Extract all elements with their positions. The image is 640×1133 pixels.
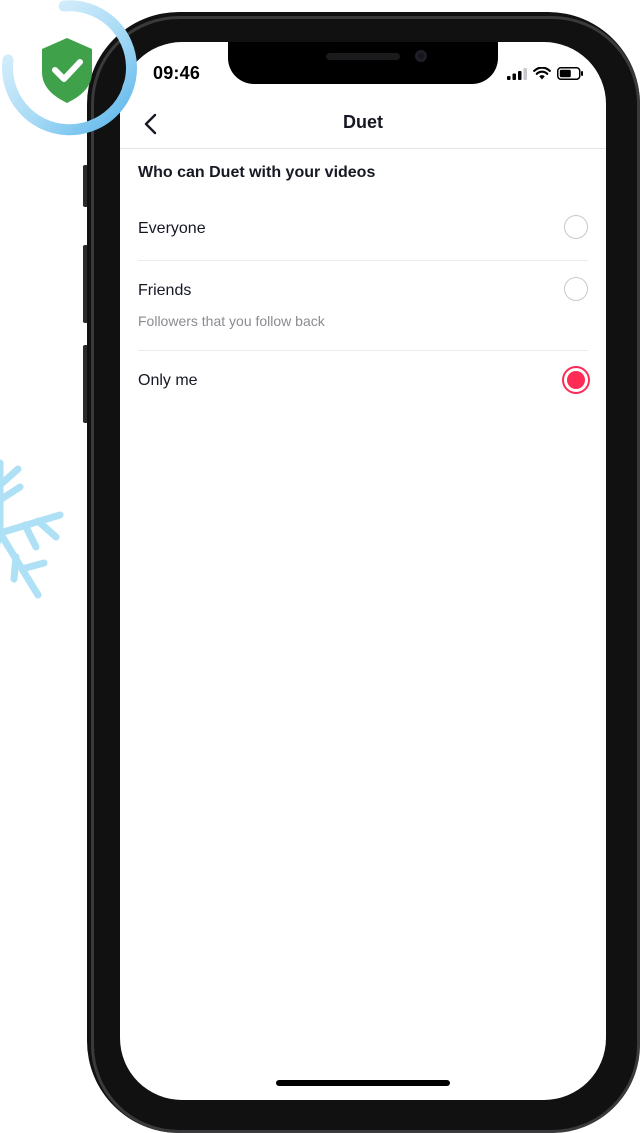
radio-only-me[interactable] — [562, 366, 590, 394]
signal-icon — [507, 67, 527, 80]
option-only-me[interactable]: Only me — [138, 351, 590, 413]
speaker-grille — [326, 53, 400, 60]
option-label: Friends — [138, 282, 192, 299]
wifi-icon — [533, 67, 551, 80]
section-heading: Who can Duet with your videos — [138, 164, 376, 181]
radio-friends[interactable] — [564, 277, 588, 301]
phone-screen: 09:46 Duet Who can Duet with your videos… — [120, 42, 606, 1100]
status-icons — [507, 67, 584, 80]
option-sublabel: Followers that you follow back — [138, 313, 325, 329]
front-camera — [415, 50, 427, 62]
snowflake-icon — [0, 459, 64, 599]
option-label: Everyone — [138, 220, 206, 237]
page-title: Duet — [343, 112, 383, 132]
nav-bar: Duet — [120, 102, 606, 149]
shield-check-icon — [2, 0, 138, 136]
option-friends[interactable]: Friends Followers that you follow back — [138, 261, 588, 351]
radio-everyone[interactable] — [564, 215, 588, 239]
option-everyone[interactable]: Everyone — [138, 199, 588, 261]
option-label: Only me — [138, 372, 198, 389]
home-indicator — [276, 1080, 450, 1086]
notch — [228, 42, 498, 84]
duet-settings: Who can Duet with your videos Everyone F… — [138, 149, 590, 413]
status-time: 09:46 — [153, 63, 201, 83]
battery-icon — [557, 67, 583, 80]
